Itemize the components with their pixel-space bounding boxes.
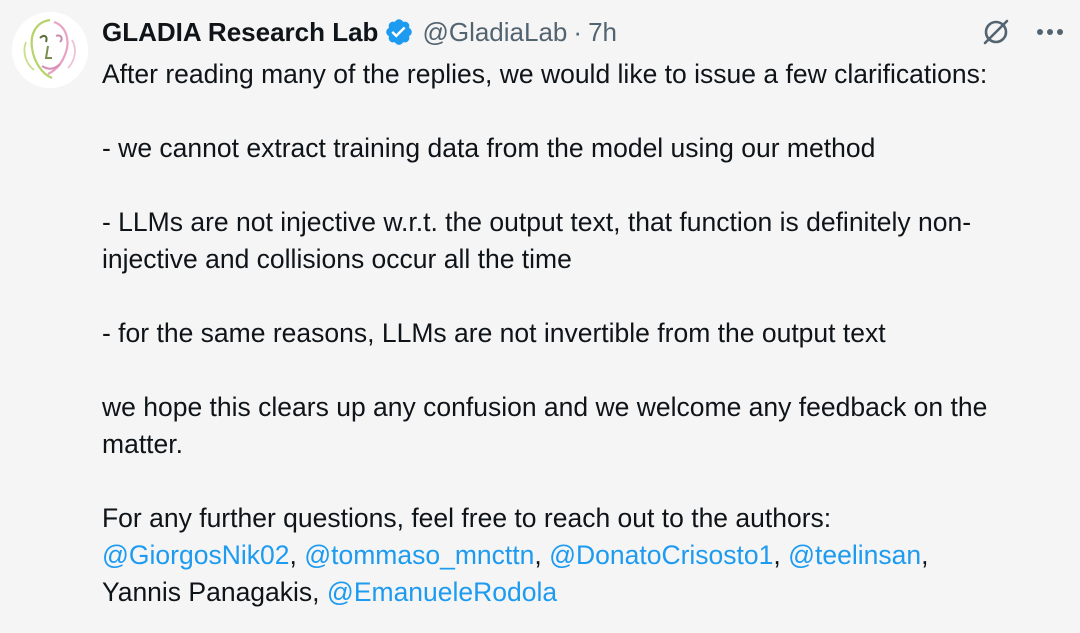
display-name[interactable]: GLADIA Research Lab	[102, 17, 378, 48]
comma-text: ,	[534, 540, 542, 570]
mention-link[interactable]: @DonatoCrisosto1	[549, 540, 773, 570]
comma-text: ,	[773, 540, 781, 570]
grok-icon[interactable]	[978, 14, 1014, 50]
timestamp[interactable]: 7h	[588, 17, 617, 48]
tweet-intro: After reading many of the replies, we wo…	[102, 59, 988, 89]
face-line-art-icon	[12, 12, 88, 88]
tweet-mentions-line-2: Yannis Panagakis, @EmanueleRodola	[102, 574, 1070, 611]
verified-badge-icon	[384, 17, 414, 47]
tweet: GLADIA Research Lab @GladiaLab · 7h Afte…	[0, 0, 1080, 633]
tweet-header: GLADIA Research Lab @GladiaLab · 7h	[102, 12, 1080, 52]
author-name-text: Yannis Panagakis,	[102, 577, 320, 607]
tweet-closing-line-2: matter.	[102, 429, 184, 459]
more-options-icon[interactable]	[1032, 14, 1068, 50]
tweet-point-1: - we cannot extract training data from t…	[102, 133, 876, 163]
mention-link[interactable]: @tommaso_mncttn	[304, 540, 534, 570]
comma-text: ,	[289, 540, 297, 570]
avatar[interactable]	[12, 12, 88, 88]
comma-text: ,	[921, 540, 929, 570]
tweet-point-3: - for the same reasons, LLMs are not inv…	[102, 318, 886, 348]
tweet-mentions-line-1: @GiorgosNik02, @tommaso_mncttn, @DonatoC…	[102, 537, 1070, 574]
separator-dot: ·	[573, 16, 583, 47]
handle[interactable]: @GladiaLab	[422, 17, 567, 48]
tweet-point-2-line-1: - LLMs are not injective w.r.t. the outp…	[102, 207, 972, 237]
tweet-closing-line-1: we hope this clears up any confusion and…	[102, 392, 988, 422]
tweet-contact-line: For any further questions, feel free to …	[102, 503, 832, 533]
tweet-point-2-line-2: injective and collisions occur all the t…	[102, 244, 572, 274]
tweet-body: After reading many of the replies, we wo…	[102, 56, 1070, 611]
tweet-actions	[978, 12, 1068, 52]
mention-link[interactable]: @teelinsan	[788, 540, 921, 570]
mention-link[interactable]: @EmanueleRodola	[327, 577, 557, 607]
mention-link[interactable]: @GiorgosNik02	[102, 540, 289, 570]
